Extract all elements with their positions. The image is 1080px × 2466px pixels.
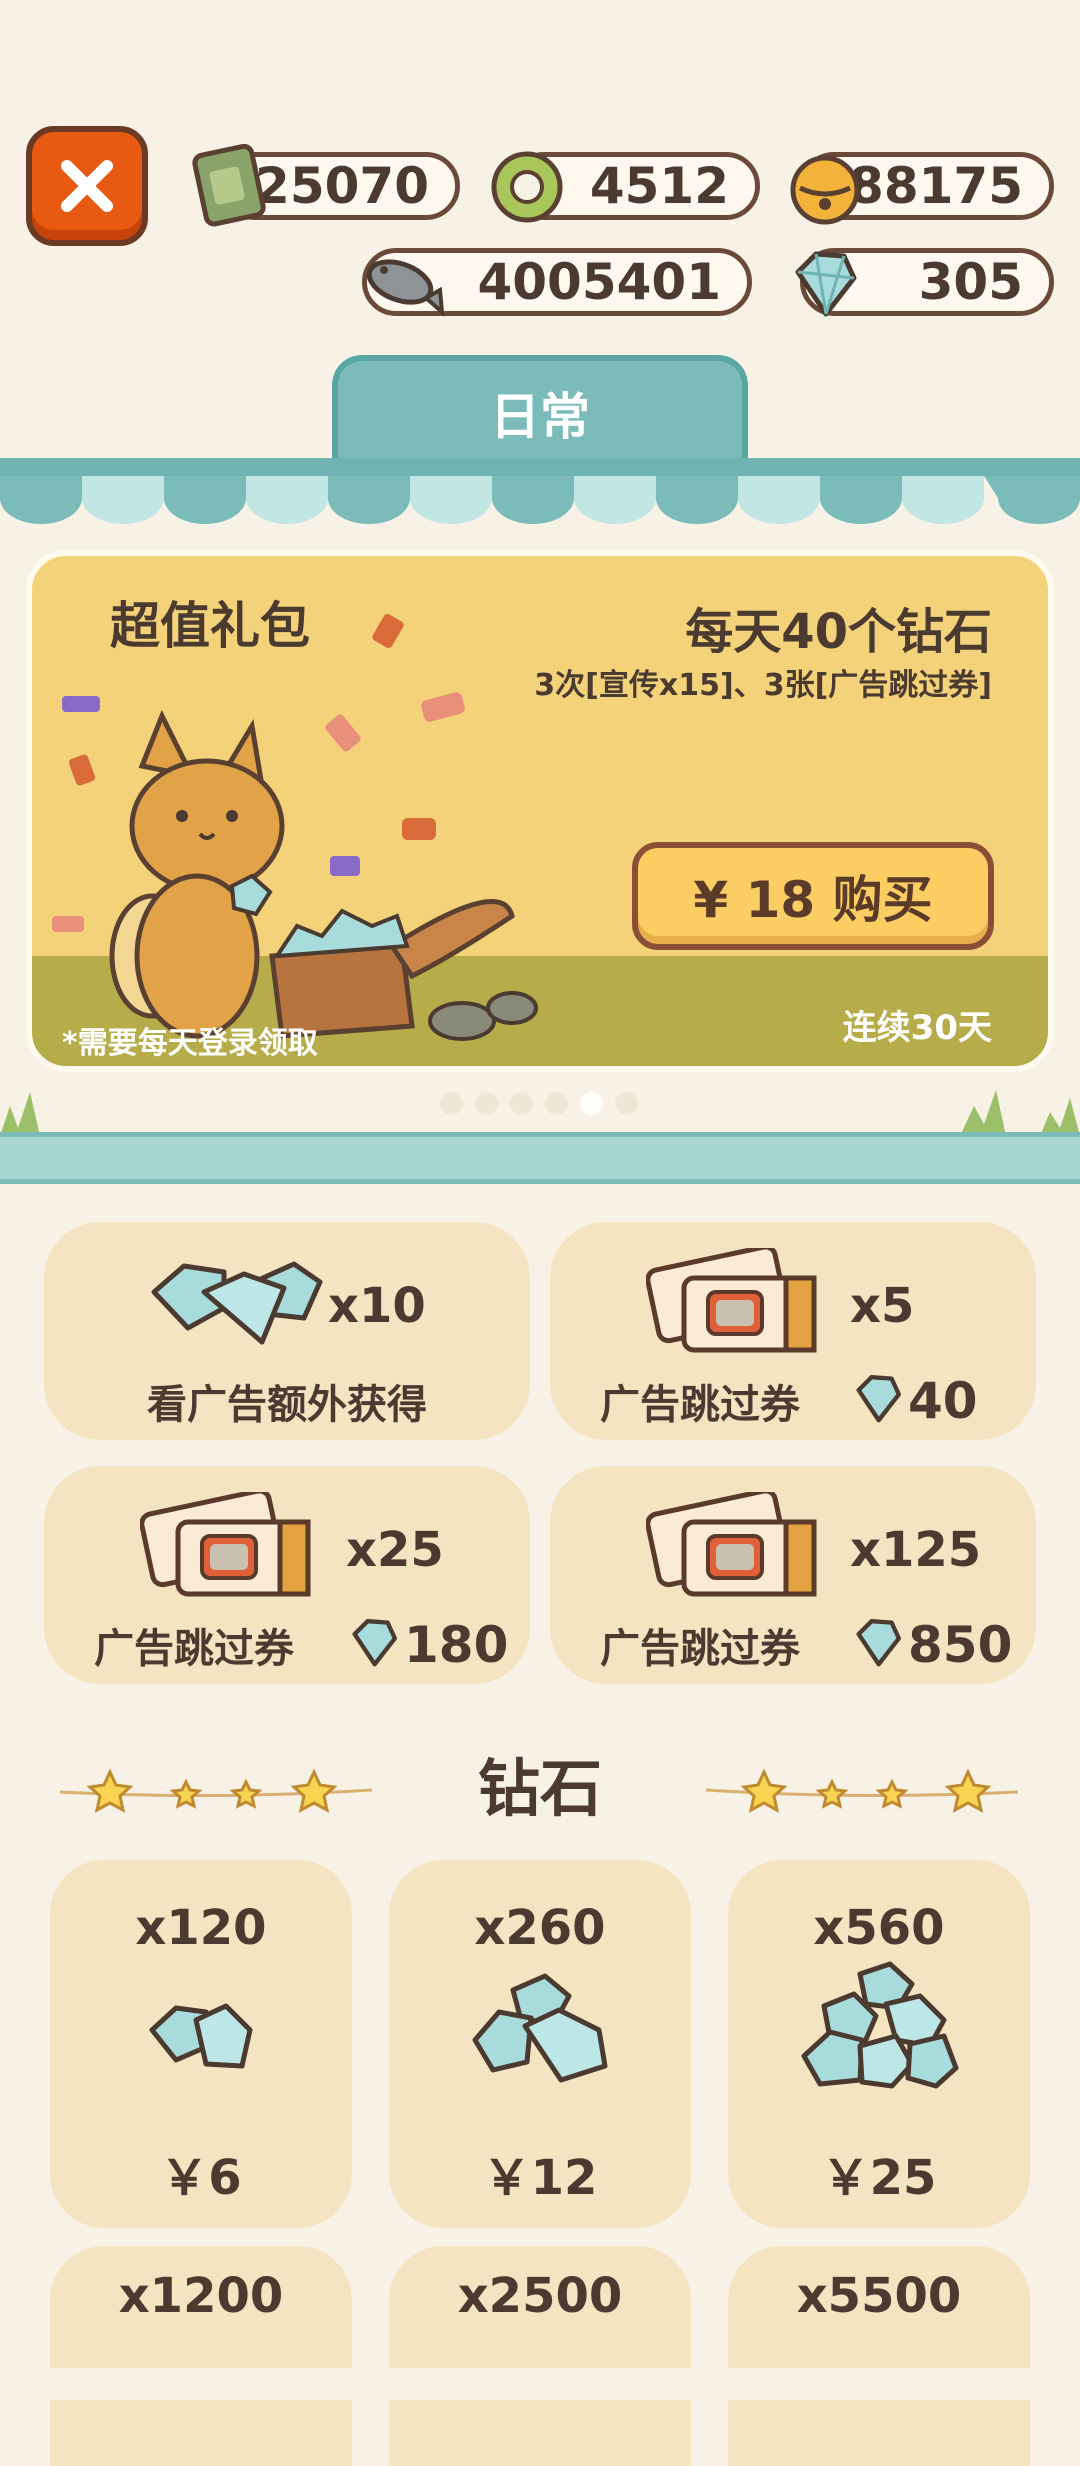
offer-price: 40 xyxy=(908,1372,978,1430)
diamond-pack-qty: x120 xyxy=(135,1900,267,1956)
cat-treasure-illustration xyxy=(109,709,538,1041)
tab-daily[interactable]: 日常 xyxy=(332,355,748,465)
diamond-pack-qty: x260 xyxy=(474,1900,606,1956)
gem-value: 305 xyxy=(918,253,1023,311)
ring-value: 4512 xyxy=(589,157,729,215)
bottom-edge xyxy=(0,2368,1080,2400)
bundle-banner[interactable]: 超值礼包 每天40个钻石 3次[宣传x15]、3张[广告跳过券] ¥ 18 购买… xyxy=(26,550,1054,1072)
offer-card-skip-tickets-25[interactable]: x25 广告跳过券 180 xyxy=(44,1466,530,1684)
gem-icon xyxy=(352,1619,397,1667)
offer-qty: x5 xyxy=(850,1278,915,1334)
offer-label: 广告跳过券 xyxy=(600,1626,800,1672)
ring-icon xyxy=(488,148,566,226)
star-garland-right xyxy=(705,1768,1019,1813)
offer-price: 180 xyxy=(404,1616,509,1674)
tab-daily-label: 日常 xyxy=(490,388,590,446)
banner-duration: 连续30天 xyxy=(842,1008,992,1048)
shop-counter xyxy=(0,1132,1080,1184)
offer-label: 广告跳过券 xyxy=(600,1382,800,1428)
offer-qty: x10 xyxy=(328,1278,426,1334)
bundle-buy-label: ¥ 18 购买 xyxy=(693,871,933,929)
offer-card-skip-tickets-125[interactable]: x125 广告跳过券 850 xyxy=(550,1466,1036,1684)
diamond-section-title: 钻石 xyxy=(477,1752,602,1825)
offer-card-skip-tickets-5[interactable]: x5 广告跳过券 40 xyxy=(550,1222,1036,1440)
diamonds-small-icon xyxy=(149,2003,253,2069)
bundle-buy-button[interactable]: ¥ 18 购买 xyxy=(632,842,994,950)
gem-icon xyxy=(856,1619,901,1667)
diamond-pack-1200[interactable]: x1200 xyxy=(50,2246,352,2466)
diamond-pack-260[interactable]: x260 ￥12 xyxy=(389,1860,691,2228)
ad-skip-ticket-icon xyxy=(140,1492,311,1597)
bell-icon xyxy=(784,146,866,228)
offer-price: 850 xyxy=(908,1616,1013,1674)
fish-icon xyxy=(356,246,446,320)
diamond-pack-qty: x5500 xyxy=(796,2268,962,2324)
diamond-pack-qty: x1200 xyxy=(118,2268,284,2324)
diamond-pack-2500[interactable]: x2500 xyxy=(389,2246,691,2466)
banner-note: *需要每天登录领取 xyxy=(62,1026,318,1061)
offer-label: 看广告额外获得 xyxy=(147,1382,427,1428)
gem-icon xyxy=(786,244,864,322)
gem-icon xyxy=(856,1375,901,1423)
offer-label: 广告跳过券 xyxy=(94,1626,294,1672)
banner-detail: 3次[宣传x15]、3张[广告跳过券] xyxy=(534,668,992,703)
diamond-pack-price: ￥6 xyxy=(160,2150,242,2206)
diamond-pack-120[interactable]: x120 ￥6 xyxy=(50,1860,352,2228)
close-button[interactable] xyxy=(26,126,148,246)
diamond-pack-price: ￥12 xyxy=(482,2150,598,2206)
bell-value: 88175 xyxy=(849,157,1023,215)
fish-value: 4005401 xyxy=(477,253,721,311)
diamond-pack-price: ￥25 xyxy=(821,2150,937,2206)
diamond-pack-qty: x560 xyxy=(813,1900,945,1956)
ad-skip-ticket-icon xyxy=(646,1248,817,1353)
cash-value: 25070 xyxy=(255,157,429,215)
ad-skip-ticket-icon xyxy=(646,1492,817,1597)
banner-headline: 每天40个钻石 xyxy=(685,604,992,660)
offer-card-watch-ad[interactable]: x10 看广告额外获得 xyxy=(44,1222,530,1440)
star-garland-left xyxy=(59,1768,373,1813)
offer-qty: x125 xyxy=(850,1522,982,1578)
diamonds-large-icon xyxy=(801,1961,959,2089)
cash-icon xyxy=(190,140,270,230)
diamond-pack-5500[interactable]: x5500 xyxy=(728,2246,1030,2466)
shop-awning xyxy=(0,458,1080,524)
diamond-pack-560[interactable]: x560 ￥25 xyxy=(728,1860,1030,2228)
diamond-pack-qty: x2500 xyxy=(457,2268,623,2324)
grass-decoration xyxy=(0,1090,1080,1136)
offer-qty: x25 xyxy=(346,1522,444,1578)
diamonds-medium-icon xyxy=(472,1973,608,2083)
close-icon xyxy=(61,160,113,212)
